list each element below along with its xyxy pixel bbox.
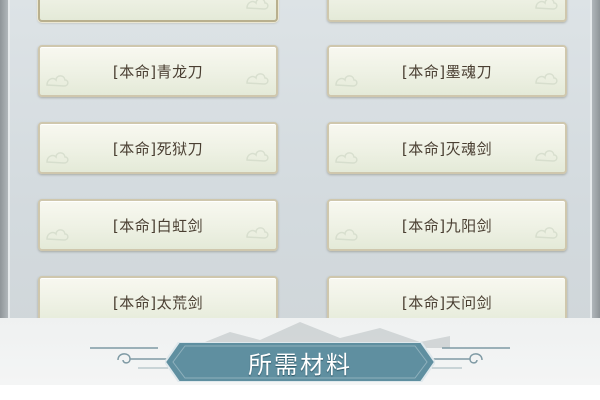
weapon-label: [本命]灭魂剑 [401,139,493,158]
materials-section-title: 所需材料 [248,350,352,379]
weapon-button-left-2[interactable]: [本命]死狱刀 [38,122,278,174]
weapon-label [329,0,565,20]
weapon-label: [本命]白虹剑 [112,216,204,235]
weapon-button-left-0[interactable] [38,0,278,22]
weapon-button-right-0[interactable] [327,0,567,22]
weapon-button-left-3[interactable]: [本命]白虹剑 [38,199,278,251]
weapon-label: [本命]九阳剑 [401,216,493,235]
weapon-list-panel: [本命]青龙刀 [本命]死狱刀 [本命]白虹剑 [本命]太荒剑 [本命]墨魂刀 [0,0,600,385]
weapon-label [40,0,276,20]
weapon-button-right-2[interactable]: [本命]灭魂剑 [327,122,567,174]
weapon-button-right-3[interactable]: [本命]九阳剑 [327,199,567,251]
weapon-button-left-1[interactable]: [本命]青龙刀 [38,45,278,97]
weapon-label: [本命]死狱刀 [112,139,204,158]
weapon-button-right-1[interactable]: [本命]墨魂刀 [327,45,567,97]
weapon-label: [本命]墨魂刀 [401,62,493,81]
weapon-grid: [本命]青龙刀 [本命]死狱刀 [本命]白虹剑 [本命]太荒剑 [本命]墨魂刀 [0,0,600,328]
weapon-label: [本命]青龙刀 [112,62,204,81]
